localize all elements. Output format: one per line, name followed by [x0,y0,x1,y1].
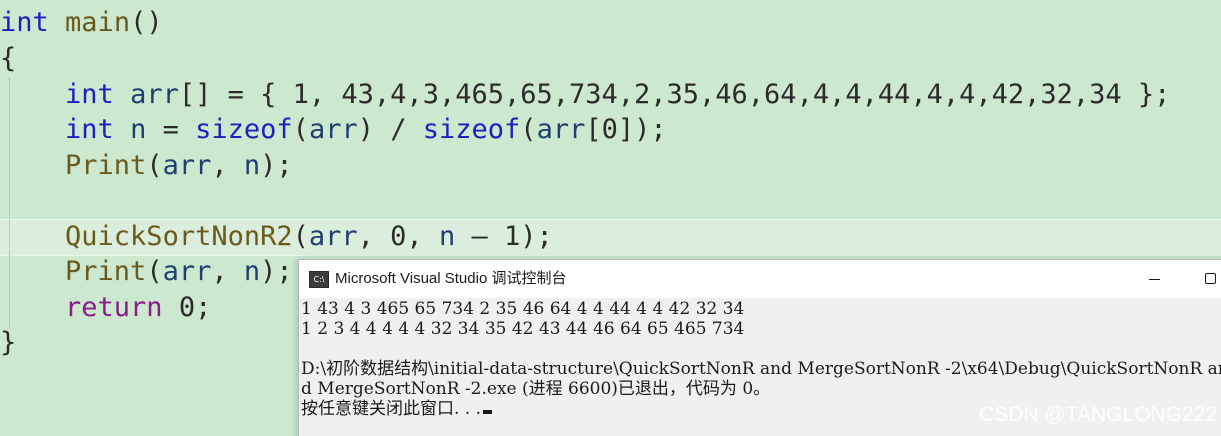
code-token: sizeof [195,114,293,145]
code-token: } [0,327,17,358]
code-token: ); [260,256,293,287]
console-titlebar[interactable]: C:\ Microsoft Visual Studio 调试控制台 [299,260,1221,298]
code-token: – 1); [455,221,553,252]
code-token: Print [65,256,147,287]
code-token: Print [65,150,147,181]
code-token: arr [162,150,212,181]
code-line[interactable]: Print(arr, n); [0,148,293,183]
code-token: arr [130,79,179,110]
console-line: 1 2 3 4 4 4 4 4 32 34 35 42 43 44 46 64 … [301,319,745,339]
code-line[interactable]: int n = sizeof(arr) / sizeof(arr[0]); [0,112,667,147]
code-token: 0; [162,292,212,323]
code-token: ( [520,114,537,145]
code-token: sizeof [422,114,521,145]
code-line[interactable]: } [0,325,16,360]
console-line: d MergeSortNonR -2.exe (进程 6600)已退出，代码为 … [301,379,771,399]
code-token: QuickSortNonR2 [65,221,293,252]
console-line-prompt: 按任意键关闭此窗口. . . [301,399,493,419]
code-token: [0]); [585,114,667,145]
code-token: ( [146,150,163,181]
code-token: arr [308,114,358,145]
code-line[interactable]: Print(arr, n); [0,254,293,289]
console-prompt-text: 按任意键关闭此窗口. . . [301,399,482,419]
minimize-button[interactable] [1131,260,1177,298]
screen: int main() { int arr[] = { 1, 43,4,3,465… [0,0,1221,436]
code-line[interactable]: QuickSortNonR2(arr, 0, n – 1); [0,219,553,254]
minimize-icon [1149,279,1160,280]
code-token: ) / [357,114,423,145]
code-token: return [65,292,163,323]
code-token: , 0, [357,221,439,252]
console-line: 1 43 4 3 465 65 734 2 35 46 64 4 4 44 4 … [301,299,745,319]
console-app-icon: C:\ [309,271,329,288]
code-line[interactable]: { [0,41,16,76]
console-line: D:\初阶数据结构\initial-data-structure\QuickSo… [301,359,1221,379]
code-token: n [243,256,261,287]
code-token: ( [292,114,309,145]
code-token: = [146,114,196,145]
code-token: arr [308,221,358,252]
code-token: , [211,256,244,287]
maximize-icon [1205,273,1216,284]
code-token: main [65,7,131,38]
code-token: , [211,150,244,181]
console-title: Microsoft Visual Studio 调试控制台 [335,270,567,287]
code-token: () [130,7,163,38]
code-token: ); [260,150,293,181]
code-line[interactable]: int arr[] = { 1, 43,4,3,465,65,734,2,35,… [0,77,1170,112]
code-token: int [0,7,49,38]
cursor-icon [483,410,493,414]
code-token: ( [292,221,309,252]
maximize-button[interactable] [1187,260,1221,298]
code-token: { [0,43,17,74]
code-token: arr [536,114,586,145]
code-token: int [65,79,114,110]
code-token: n [243,150,261,181]
code-line[interactable]: int main() [0,5,163,40]
code-line[interactable]: return 0; [0,290,211,325]
code-token: n [130,114,147,145]
code-token: n [438,221,456,252]
code-token: ( [146,256,163,287]
watermark: CSDN @TANGLONG222 [979,403,1217,426]
code-token: arr [162,256,212,287]
code-token: int [65,114,114,145]
code-token: [] = { 1, 43,4,3,465,65,734,2,35,46,64,4… [178,79,1171,110]
